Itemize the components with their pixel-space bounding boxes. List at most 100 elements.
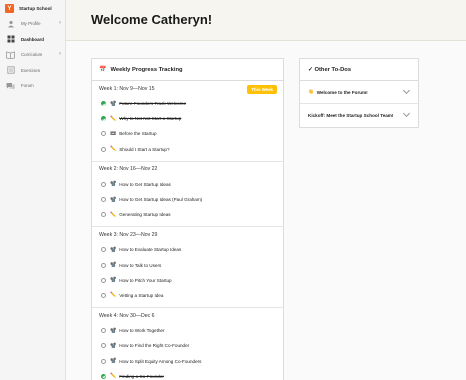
lesson-item[interactable]: ✏️ Finding a Co-Founder: [92, 369, 283, 380]
exercise-icon: [6, 66, 15, 74]
lesson-title[interactable]: How to Get Startup Ideas (Paul Graham): [119, 197, 202, 202]
week-section: Week 3: Nov 23—Nov 29 📽️ How to Evaluate …: [92, 227, 283, 309]
circle-icon[interactable]: [101, 197, 106, 203]
video-icon: 📽️: [110, 181, 117, 188]
lesson-title[interactable]: How to Split Equity Among Co-Founders: [119, 359, 201, 364]
lesson-title[interactable]: How to Pitch Your Startup: [119, 278, 171, 283]
check-icon[interactable]: [101, 373, 106, 379]
main-content: 📅 Weekly Progress Tracking Week 1: Nov 9…: [66, 41, 466, 380]
book-icon: [6, 51, 15, 59]
lesson-item[interactable]: 📽️ How to Get Startup Ideas: [92, 177, 283, 192]
video-icon: 📽️: [110, 246, 117, 253]
lesson-item[interactable]: ✏️ Why to Not Not Start a Startup: [92, 111, 283, 126]
lesson-item[interactable]: ✏️ Vetting a Startup Idea: [92, 288, 283, 303]
sidebar-item-label: Curriculum: [21, 52, 43, 58]
lesson-item[interactable]: 📽️ How to Find the Right Co-Founder: [92, 338, 283, 353]
sidebar-item-my-profile[interactable]: My Profile ›: [0, 16, 65, 32]
check-icon[interactable]: [101, 116, 106, 122]
pencil-icon: ✏️: [110, 115, 117, 122]
lesson-title[interactable]: How to Find the Right Co-Founder: [119, 343, 189, 348]
circle-icon[interactable]: [101, 343, 106, 349]
page-title: Welcome Catheryn!: [91, 12, 213, 27]
week-label: Week 4: Nov 30—Dec 6: [99, 312, 155, 319]
pencil-icon: ✏️: [110, 292, 117, 299]
circle-icon[interactable]: [101, 181, 106, 187]
dashboard-icon: [6, 35, 15, 43]
video-icon: 📽️: [110, 358, 117, 365]
week-label: Week 3: Nov 23—Nov 29: [99, 231, 158, 238]
lesson-title[interactable]: How to Work Together: [119, 328, 164, 333]
chevron-right-icon: ›: [59, 20, 61, 26]
todo-label: Kickoff: Meet the Startup School Team!: [308, 113, 394, 118]
sidebar-item-curriculum[interactable]: Curriculum ›: [0, 47, 65, 63]
other-todos-title: ✓ Other To-Dos: [300, 59, 418, 81]
weekly-progress-title: 📅 Weekly Progress Tracking: [92, 59, 283, 81]
pencil-icon: ✏️: [110, 146, 117, 153]
sidebar-item-forum[interactable]: Forum: [0, 78, 65, 94]
check-icon[interactable]: [101, 101, 106, 107]
lesson-title[interactable]: How to Evaluate Startup Ideas: [119, 247, 181, 252]
lesson-item[interactable]: 📽️ How to Pitch Your Startup: [92, 273, 283, 288]
lesson-item[interactable]: 📽️ How to Split Equity Among Co-Founders: [92, 353, 283, 368]
week-section: Week 1: Nov 9—Nov 15 This Week 📽️ Future …: [92, 81, 283, 162]
sidebar-item-label: Dashboard: [21, 36, 44, 42]
other-todos-card: ✓ Other To-Dos 👋 Welcome to the Forum! K…: [299, 58, 419, 128]
circle-icon[interactable]: [101, 247, 106, 253]
sidebar-item-label: Forum: [21, 83, 34, 89]
page-header: Welcome Catheryn!: [66, 0, 466, 41]
lesson-title[interactable]: Should I Start a Startup?: [119, 147, 169, 152]
wave-icon: 👋: [308, 89, 314, 94]
lesson-title[interactable]: Finding a Co-Founder: [119, 374, 164, 379]
circle-icon[interactable]: [101, 358, 106, 364]
todo-item-welcome-forum[interactable]: 👋 Welcome to the Forum!: [300, 81, 418, 104]
lesson-title[interactable]: Vetting a Startup Idea: [119, 293, 163, 298]
circle-icon[interactable]: [101, 146, 106, 152]
sidebar-nav: My Profile › Dashboard Curriculum › Exer…: [0, 16, 65, 94]
lesson-item[interactable]: 📽️ How to Talk to Users: [92, 258, 283, 273]
lesson-title[interactable]: Why to Not Not Start a Startup: [119, 116, 181, 121]
lesson-item[interactable]: ✏️ Should I Start a Startup?: [92, 142, 283, 157]
weekly-progress-card: 📅 Weekly Progress Tracking Week 1: Nov 9…: [91, 58, 284, 380]
chevron-right-icon: ›: [59, 51, 61, 57]
this-week-badge: This Week: [247, 85, 277, 94]
chat-icon: [6, 82, 15, 90]
lesson-item[interactable]: 📼 Before the Startup: [92, 126, 283, 141]
brand[interactable]: Y Startup School: [0, 1, 65, 16]
sidebar-item-dashboard[interactable]: Dashboard: [0, 32, 65, 48]
lesson-item[interactable]: ✏️ Generating Startup Ideas: [92, 207, 283, 222]
todo-label: Welcome to the Forum!: [316, 89, 368, 95]
lesson-item[interactable]: 📽️ How to Work Together: [92, 323, 283, 338]
lesson-title[interactable]: Before the Startup: [119, 131, 156, 136]
video-icon: 📽️: [110, 196, 117, 203]
video-icon: 📽️: [110, 100, 117, 107]
chevron-down-icon[interactable]: [402, 86, 411, 95]
video-icon: 📼: [110, 130, 117, 137]
sidebar: Y Startup School My Profile › Dashboard …: [0, 0, 66, 380]
pencil-icon: ✏️: [110, 211, 117, 218]
lesson-title[interactable]: Generating Startup Ideas: [119, 212, 170, 217]
lesson-item[interactable]: 📽️ Future Founders Track Welcome: [92, 96, 283, 111]
lesson-title[interactable]: How to Talk to Users: [119, 263, 161, 268]
circle-icon[interactable]: [101, 212, 106, 218]
person-icon: [6, 20, 15, 28]
video-icon: 📽️: [110, 342, 117, 349]
todo-item-kickoff[interactable]: Kickoff: Meet the Startup School Team!: [300, 104, 418, 127]
circle-icon[interactable]: [101, 262, 106, 268]
circle-icon[interactable]: [101, 277, 106, 283]
lesson-item[interactable]: 📽️ How to Get Startup Ideas (Paul Graham): [92, 192, 283, 207]
circle-icon[interactable]: [101, 292, 106, 298]
calendar-icon: 📅: [99, 67, 107, 73]
lesson-item[interactable]: 📽️ How to Evaluate Startup Ideas: [92, 242, 283, 257]
week-section: Week 2: Nov 16—Nov 22 📽️ How to Get Start…: [92, 162, 283, 228]
brand-name: Startup School: [19, 6, 52, 11]
week-section: Week 4: Nov 30—Dec 6 📽️ How to Work Toget…: [92, 308, 283, 380]
lesson-title[interactable]: How to Get Startup Ideas: [119, 182, 171, 187]
sidebar-item-label: Exercises: [21, 67, 41, 73]
chevron-down-icon[interactable]: [402, 109, 411, 118]
video-icon: 📽️: [110, 327, 117, 334]
circle-icon[interactable]: [101, 328, 106, 334]
circle-icon[interactable]: [101, 131, 106, 137]
lesson-title[interactable]: Future Founders Track Welcome: [119, 101, 186, 106]
sidebar-item-exercises[interactable]: Exercises: [0, 63, 65, 79]
week-label: Week 2: Nov 16—Nov 22: [99, 166, 158, 173]
